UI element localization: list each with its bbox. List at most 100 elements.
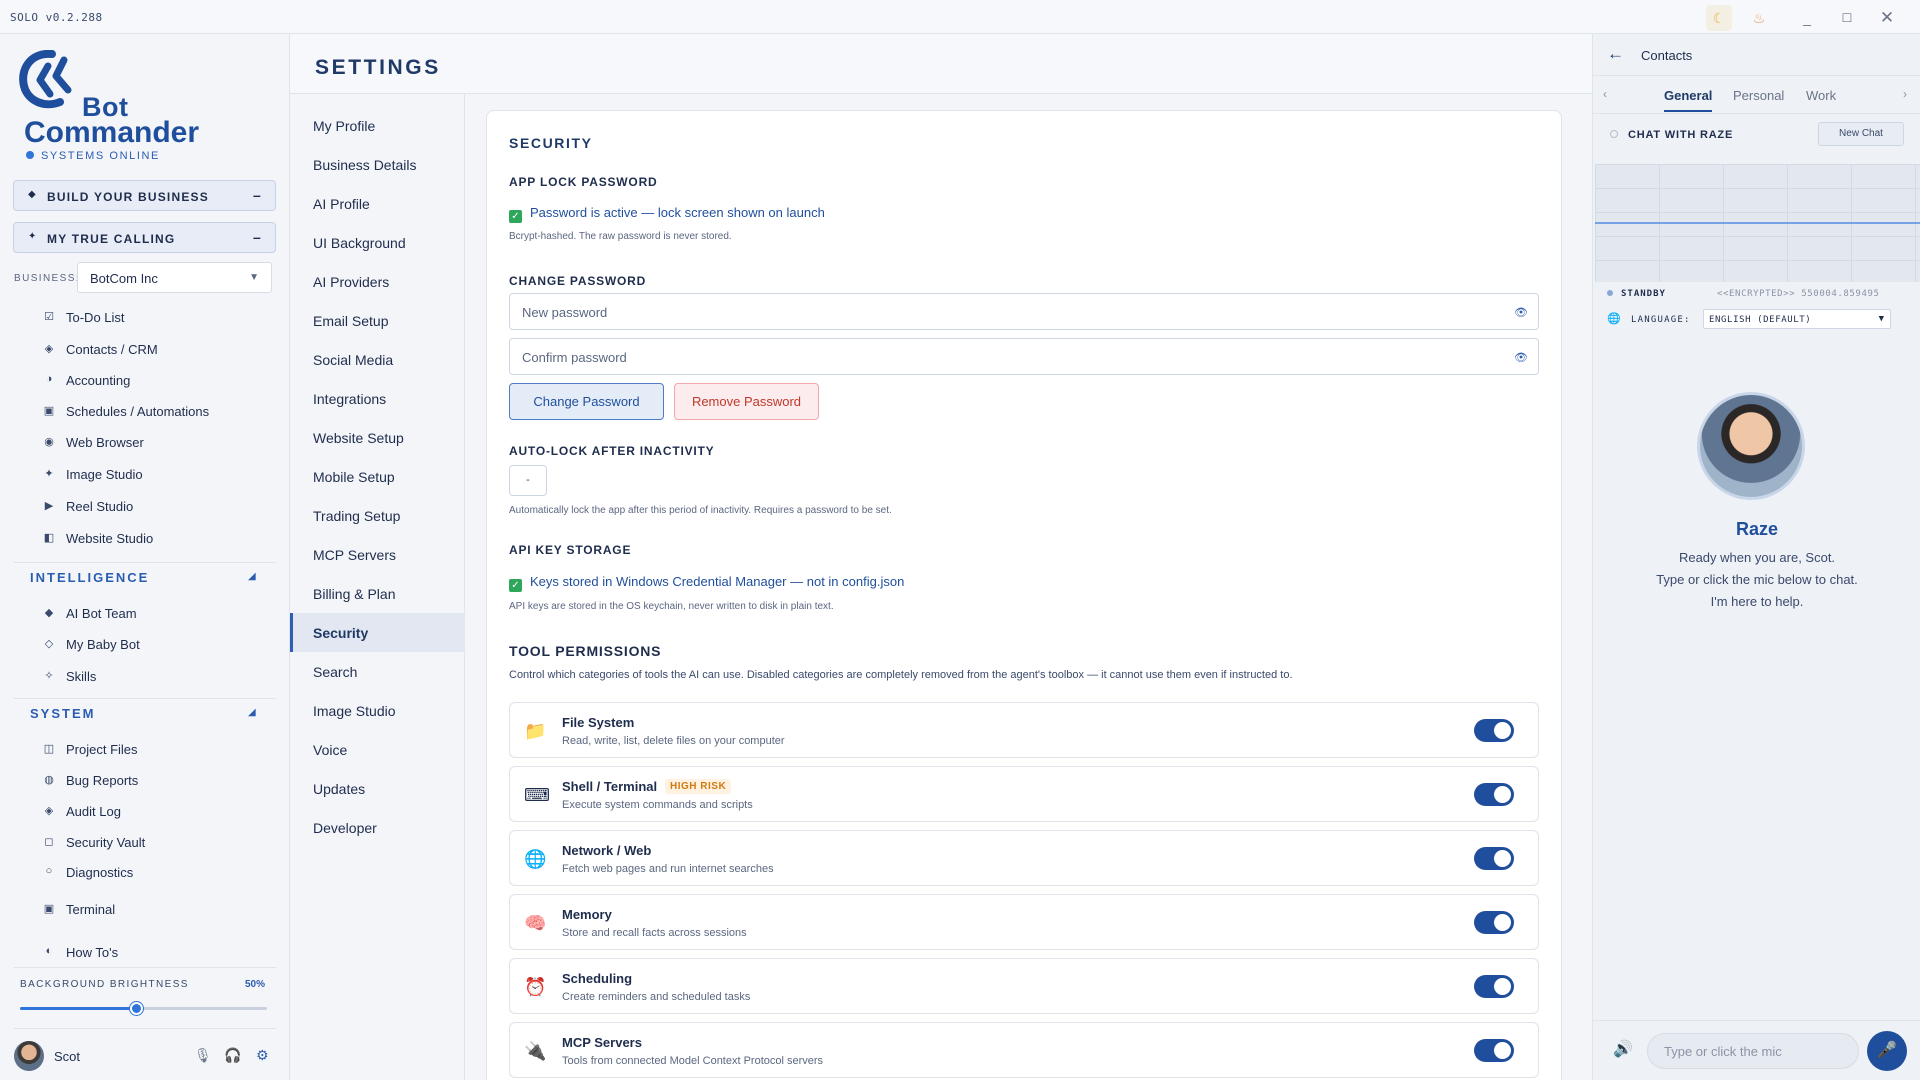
minimize-icon[interactable]: _ (1794, 5, 1820, 31)
close-icon[interactable]: ✕ (1874, 5, 1900, 31)
new-password-field[interactable]: New password 👁 (509, 293, 1539, 330)
settings-nav-label: AI Profile (313, 196, 370, 212)
settings-nav-security[interactable]: Security (290, 613, 465, 652)
tab-personal[interactable]: Personal (1733, 88, 1784, 103)
settings-nav-ai-profile[interactable]: AI Profile (290, 184, 465, 223)
microphone-icon[interactable]: 🎙 (194, 1047, 212, 1064)
settings-nav-label: Business Details (313, 157, 417, 173)
settings-nav-my-profile[interactable]: My Profile (290, 106, 465, 145)
section-intelligence[interactable]: INTELLIGENCE ◢ (30, 570, 256, 585)
collapse-caret-icon: ◢ (248, 571, 258, 582)
settings-nav-label: Search (313, 664, 358, 680)
settings-nav-label: Voice (313, 742, 348, 758)
permission-toggle[interactable] (1474, 719, 1514, 742)
mic-button[interactable]: 🎤 (1867, 1031, 1907, 1071)
permission-toggle[interactable] (1474, 783, 1514, 806)
settings-nav-email-setup[interactable]: Email Setup (290, 301, 465, 340)
speaker-icon[interactable]: 🔊 (1613, 1039, 1633, 1059)
baby-bot-icon: ◇ (44, 638, 54, 650)
settings-nav: My Profile Business Details AI Profile U… (290, 94, 465, 1080)
settings-nav-billing-plan[interactable]: Billing & Plan (290, 574, 465, 613)
permission-name: Scheduling (562, 971, 633, 986)
permission-name: File System (562, 715, 635, 730)
settings-nav-integrations[interactable]: Integrations (290, 379, 465, 418)
permission-row-shell: ⌨ Shell / Terminal HIGH RISK Execute sys… (509, 766, 1539, 822)
settings-nav-image-studio[interactable]: Image Studio (290, 691, 465, 730)
eye-icon[interactable]: 👁 (1514, 306, 1528, 319)
settings-nav-label: Developer (313, 820, 377, 836)
tab-work[interactable]: Work (1806, 88, 1836, 103)
sidebar-item-label: Diagnostics (66, 865, 134, 880)
settings-nav-ai-providers[interactable]: AI Providers (290, 262, 465, 301)
standby-row: STANDBY <<ENCRYPTED>> 550004.859495 (1593, 282, 1920, 306)
contact-tabs: ‹ General Personal Work › (1593, 76, 1920, 114)
chevron-left-icon[interactable]: ‹ (1603, 87, 1607, 101)
chevron-right-icon[interactable]: › (1903, 87, 1907, 101)
settings-nav-label: My Profile (313, 118, 376, 134)
language-label: LANGUAGE: (1631, 315, 1691, 325)
app-lock-heading: APP LOCK PASSWORD (509, 175, 658, 189)
section-system[interactable]: SYSTEM ◢ (30, 706, 256, 721)
check-icon: ✓ (509, 210, 522, 223)
settings-nav-developer[interactable]: Developer (290, 808, 465, 847)
globe-icon: ◉ (44, 436, 54, 448)
api-key-hint: API keys are stored in the OS keychain, … (509, 601, 834, 612)
chat-input[interactable]: Type or click the mic (1647, 1033, 1859, 1069)
vault-icon: ◻ (44, 836, 54, 848)
autolock-select[interactable]: - (509, 465, 547, 496)
maximize-icon[interactable]: ☐ (1834, 5, 1860, 31)
permission-toggle[interactable] (1474, 1039, 1514, 1062)
business-label: BUSINESS: (14, 273, 80, 284)
change-password-button[interactable]: Change Password (509, 383, 664, 420)
website-icon: ◧ (43, 532, 55, 544)
autolock-heading: AUTO-LOCK AFTER INACTIVITY (509, 444, 715, 458)
build-your-business-button[interactable]: ◆ BUILD YOUR BUSINESS – (13, 180, 276, 211)
back-arrow-icon[interactable]: ← (1607, 44, 1624, 64)
sidebar-item-label: Accounting (66, 373, 131, 388)
settings-nav-updates[interactable]: Updates (290, 769, 465, 808)
my-true-calling-label: MY TRUE CALLING (47, 232, 176, 246)
gear-icon[interactable]: ⚙ (256, 1047, 269, 1064)
settings-nav-label: Integrations (313, 391, 387, 407)
settings-nav-business-details[interactable]: Business Details (290, 145, 465, 184)
globe-icon: 🌐 (1607, 312, 1621, 325)
theme-moon-icon[interactable]: ☾ (1706, 5, 1732, 31)
brightness-slider[interactable] (20, 1002, 267, 1015)
agent-avatar (1697, 392, 1805, 500)
settings-nav-mcp-servers[interactable]: MCP Servers (290, 535, 465, 574)
permission-toggle[interactable] (1474, 911, 1514, 934)
title-bar: SOLO v0.2.288 ☾ ♨ _ ☐ ✕ (0, 0, 1920, 34)
settings-nav-label: Updates (313, 781, 366, 797)
app-lock-status: ✓ Password is active — lock screen shown … (509, 205, 825, 223)
settings-nav-trading-setup[interactable]: Trading Setup (290, 496, 465, 535)
globe-icon: 🌐 (524, 849, 547, 869)
brightness-slider-thumb[interactable] (130, 1002, 144, 1015)
system-status: SYSTEMS ONLINE (26, 150, 160, 162)
api-key-status: ✓ Keys stored in Windows Credential Manag… (509, 574, 904, 592)
permission-row-network: 🌐 Network / Web Fetch web pages and run … (509, 830, 1539, 886)
new-chat-button[interactable]: New Chat (1818, 122, 1904, 146)
tool-permissions-desc: Control which categories of tools the AI… (509, 669, 1293, 681)
language-select[interactable]: ENGLISH (DEFAULT) ▼ (1703, 309, 1891, 329)
business-select[interactable]: BotCom Inc ▼ (77, 262, 272, 293)
headset-icon[interactable]: 🎧 (224, 1047, 241, 1064)
remove-password-button[interactable]: Remove Password (674, 383, 819, 420)
settings-nav-ui-background[interactable]: UI Background (290, 223, 465, 262)
flame-icon[interactable]: ♨ (1746, 5, 1772, 31)
avatar[interactable] (14, 1041, 44, 1071)
my-true-calling-button[interactable]: ✦ MY TRUE CALLING – (13, 222, 276, 253)
build-your-business-label: BUILD YOUR BUSINESS (47, 190, 209, 204)
permission-toggle[interactable] (1474, 847, 1514, 870)
settings-nav-voice[interactable]: Voice (290, 730, 465, 769)
settings-nav-social-media[interactable]: Social Media (290, 340, 465, 379)
settings-nav-mobile-setup[interactable]: Mobile Setup (290, 457, 465, 496)
settings-nav-website-setup[interactable]: Website Setup (290, 418, 465, 457)
permission-desc: Tools from connected Model Context Proto… (562, 1055, 824, 1067)
eye-icon[interactable]: 👁 (1514, 351, 1528, 364)
confirm-password-field[interactable]: Confirm password 👁 (509, 338, 1539, 375)
sidebar-item-label: Image Studio (66, 467, 143, 482)
high-risk-badge: HIGH RISK (665, 779, 732, 794)
settings-nav-search[interactable]: Search (290, 652, 465, 691)
tab-general[interactable]: General (1664, 88, 1713, 112)
permission-toggle[interactable] (1474, 975, 1514, 998)
